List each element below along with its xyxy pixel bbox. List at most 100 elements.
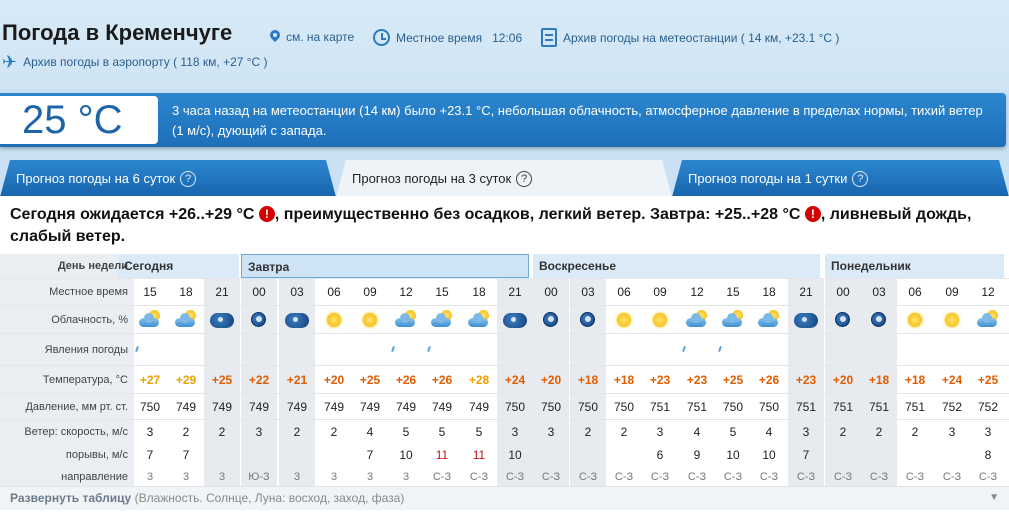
- tab-6-days[interactable]: Прогноз погоды на 6 суток?: [0, 160, 336, 197]
- wind-cell: 4: [693, 425, 701, 439]
- pressure-cell: 749: [468, 400, 490, 414]
- day-header-0: Сегодня: [118, 254, 240, 278]
- wind-cell: 2: [911, 425, 919, 439]
- row-label-pres: Давление, мм рт. ст.: [25, 401, 128, 413]
- pressure-cell: 750: [722, 400, 744, 414]
- time-cell: 21: [215, 285, 229, 299]
- direction-cell: С-З: [687, 471, 707, 483]
- night-clear-icon: [866, 310, 892, 330]
- pressure-cell: 749: [359, 400, 381, 414]
- wind-cell: 2: [218, 425, 226, 439]
- sun-icon: [647, 310, 673, 330]
- pressure-cell: 750: [139, 400, 161, 414]
- wind-cell: 5: [402, 425, 410, 439]
- temp-cell: +25: [977, 373, 999, 387]
- night-cloud-shape: [285, 313, 309, 328]
- pressure-cell: 750: [758, 400, 780, 414]
- time-cell: 15: [143, 285, 157, 299]
- airport-archive-link[interactable]: ✈ Архив погоды в аэропорту ( 118 км, +27…: [2, 52, 268, 72]
- time-cell: 15: [726, 285, 740, 299]
- direction-cell: С-З: [905, 471, 925, 483]
- pressure-cell: 752: [941, 400, 963, 414]
- night-cloud-shape: [503, 313, 527, 328]
- help-icon[interactable]: ?: [852, 171, 868, 187]
- gusts-cell: [533, 444, 569, 466]
- wind-cell: 5: [475, 425, 483, 439]
- expand-table-button[interactable]: Развернуть таблицу (Влажность. Солнце, Л…: [0, 486, 1009, 510]
- warning-icon[interactable]: !: [804, 206, 821, 222]
- time-cell: 15: [435, 285, 449, 299]
- pressure-cell: 749: [175, 400, 197, 414]
- wind-cell: 4: [366, 425, 374, 439]
- wind-cell: 3: [511, 425, 519, 439]
- temp-cell: +23: [686, 373, 708, 387]
- sun-icon: [902, 310, 928, 330]
- sun-cloud-icon: [137, 310, 163, 330]
- map-link-label: см. на карте: [286, 30, 355, 44]
- rain-icon: [135, 345, 139, 353]
- time-cell: 12: [981, 285, 995, 299]
- temp-cell: +25: [359, 373, 381, 387]
- night-clear-icon: [246, 310, 272, 330]
- airplane-icon: ✈: [2, 52, 18, 72]
- current-weather-banner: 25 °C 3 часа назад на метеостанции (14 к…: [0, 93, 1006, 147]
- temp-cell: +26: [431, 373, 453, 387]
- gusts-cell: 10: [508, 448, 522, 462]
- cloud-shape: [139, 313, 159, 327]
- time-cell: 00: [836, 285, 850, 299]
- rain-icon: [427, 345, 431, 353]
- row-label-temp: Температура, °C: [42, 374, 128, 386]
- help-icon[interactable]: ?: [516, 171, 532, 187]
- direction-cell: С-З: [942, 471, 962, 483]
- row-label-wind: Ветер: скорость, м/с: [24, 426, 128, 438]
- time-cell: 03: [290, 285, 304, 299]
- temp-cell: +21: [286, 373, 308, 387]
- gusts-cell: [606, 444, 642, 466]
- temp-cell: +23: [649, 373, 671, 387]
- pressure-cell: 751: [904, 400, 926, 414]
- temp-cell: +20: [323, 373, 345, 387]
- sun-cloud-icon: [393, 310, 419, 330]
- sun-cloud-icon: [975, 310, 1001, 330]
- pressure-cell: 749: [286, 400, 308, 414]
- day-header-3: Понедельник: [825, 254, 1005, 278]
- direction-cell: С-З: [723, 471, 743, 483]
- gusts-cell: [241, 444, 277, 466]
- time-cell: 18: [762, 285, 776, 299]
- tab-3-days[interactable]: Прогноз погоды на 3 суток?: [336, 160, 672, 197]
- help-icon[interactable]: ?: [180, 171, 196, 187]
- time-cell: 21: [508, 285, 522, 299]
- direction-cell: 3: [218, 471, 226, 483]
- direction-cell: С-З: [650, 471, 670, 483]
- gusts-cell: 10: [399, 448, 413, 462]
- station-archive-link[interactable]: Архив погоды на метеостанции ( 14 км, +2…: [541, 28, 839, 47]
- local-time-value: 12:06: [492, 30, 523, 45]
- day-header-1: Завтра: [241, 254, 529, 278]
- temp-cell: +20: [832, 373, 854, 387]
- pressure-cell: 751: [832, 400, 854, 414]
- temp-cell: +22: [248, 373, 270, 387]
- gusts-cell: [204, 444, 240, 466]
- wind-cell: 2: [182, 425, 190, 439]
- tab-1-day[interactable]: Прогноз погоды на 1 сутки?: [672, 160, 1009, 197]
- direction-cell: Ю-З: [248, 471, 270, 483]
- pressure-cell: 750: [577, 400, 599, 414]
- row-label-cloud: Облачность, %: [51, 314, 128, 326]
- pressure-cell: 750: [504, 400, 526, 414]
- direction-cell: С-З: [541, 471, 561, 483]
- pressure-cell: 751: [686, 400, 708, 414]
- cloud-shape: [468, 313, 488, 327]
- warning-icon[interactable]: !: [258, 206, 275, 222]
- time-cell: 00: [544, 285, 558, 299]
- temp-cell: +25: [211, 373, 233, 387]
- night-clear-icon: [830, 310, 856, 330]
- temp-cell: +28: [468, 373, 490, 387]
- wind-cell: 5: [438, 425, 446, 439]
- wind-cell: 2: [330, 425, 338, 439]
- tab-label: Прогноз погоды на 6 суток: [16, 171, 176, 186]
- tab-label: Прогноз погоды на 1 сутки: [688, 171, 848, 186]
- temp-cell: +23: [795, 373, 817, 387]
- gusts-cell: [897, 444, 933, 466]
- direction-cell: 3: [366, 471, 374, 483]
- map-link[interactable]: см. на карте: [270, 30, 354, 44]
